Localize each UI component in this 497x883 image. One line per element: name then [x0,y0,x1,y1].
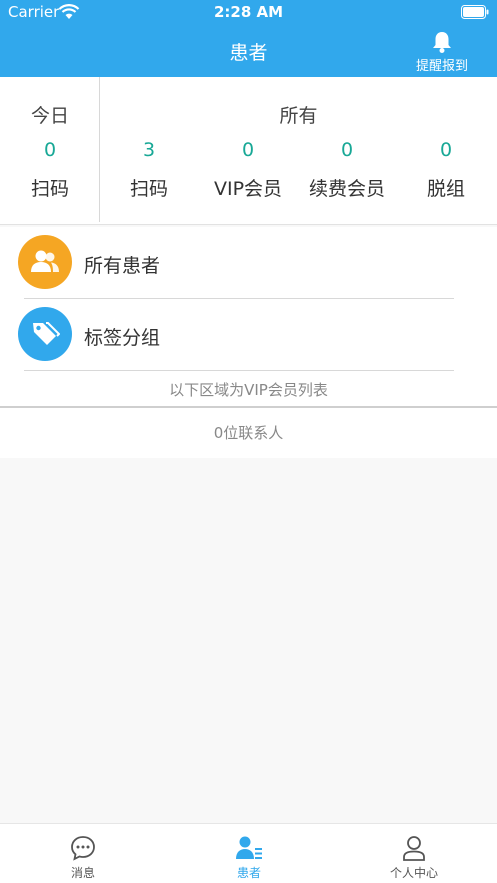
remind-report-label: 提醒报到 [415,59,468,74]
stats-panel: 今日 0 扫码 所有 3 扫码 0 VIP会员 0 续费会员 0 脱组 [0,77,497,225]
tag-groups-label: 标签分组 [84,327,161,349]
renew-member-count: 0 [340,139,354,161]
vip-member-stat[interactable]: 0 VIP会员 [198,77,298,222]
vip-member-count: 0 [241,139,255,161]
all-patients-label: 所有患者 [84,255,161,277]
tab-patients-label: 患者 [236,866,261,880]
tab-messages[interactable]: 消息 [0,824,166,883]
left-group-label: 脱组 [426,178,465,200]
today-scan-stat[interactable]: 0 扫码 [0,77,100,222]
users-icon [18,235,72,289]
tab-patients[interactable]: 患者 [166,824,332,883]
today-scan-count: 0 [43,139,57,161]
tab-profile-label: 个人中心 [389,866,438,880]
status-bar: Carrier 2:28 AM [0,0,497,26]
battery-icon [461,5,489,19]
tab-bar: 消息 患者 个人中心 [0,823,497,883]
patients-icon [236,836,262,859]
list-item-all-patients[interactable]: 所有患者 [0,227,497,299]
today-scan-label: 扫码 [30,178,69,200]
tab-messages-label: 消息 [70,866,95,880]
all-scan-label: 扫码 [129,178,168,200]
left-group-count: 0 [439,139,453,161]
contacts-count: 0位联系人 [0,408,497,458]
vip-section-caption: 以下区域为VIP会员列表 [169,381,328,399]
row-divider [24,370,454,371]
profile-icon [403,836,425,861]
vip-member-label: VIP会员 [213,178,283,200]
header: Carrier 2:28 AM 患者 提醒报到 [0,0,497,77]
left-group-stat[interactable]: 0 脱组 [396,77,496,222]
list-item-tag-groups[interactable]: 标签分组 [0,299,497,371]
renew-member-stat[interactable]: 0 续费会员 [297,77,397,222]
remind-report-button[interactable]: 提醒报到 [397,30,487,74]
renew-member-label: 续费会员 [308,178,385,200]
bell-icon [433,32,451,53]
tags-icon [18,307,72,361]
status-time: 2:28 AM [213,3,284,21]
today-stats: 今日 0 扫码 [0,77,100,222]
patient-list: 所有患者 标签分组 以下区域为VIP会员列表 [0,227,497,407]
all-scan-stat[interactable]: 3 扫码 [99,77,199,222]
message-icon [71,836,95,861]
all-scan-count: 3 [142,139,156,161]
tab-profile[interactable]: 个人中心 [331,824,497,883]
